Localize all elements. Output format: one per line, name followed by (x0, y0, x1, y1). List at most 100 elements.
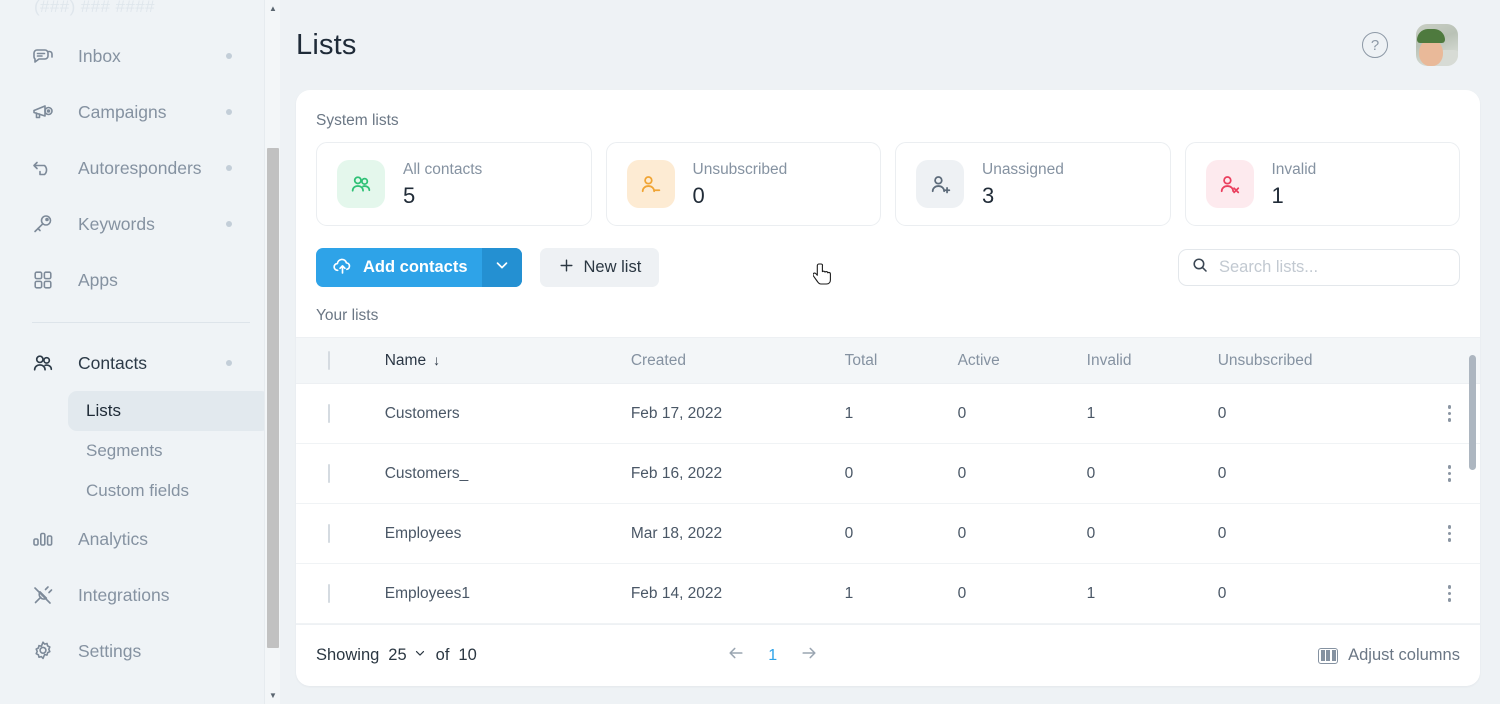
contacts-icon (30, 350, 56, 376)
lists-panel: System lists All contacts 5 Unsubscribed… (296, 90, 1480, 686)
new-list-button[interactable]: New list (539, 248, 660, 287)
system-card-text: All contacts 5 (403, 160, 482, 209)
sidebar-item-inbox[interactable]: Inbox (14, 28, 272, 84)
avatar[interactable] (1416, 24, 1458, 66)
column-header-label: Created (630, 351, 686, 369)
table-scrollbar-thumb[interactable] (1469, 355, 1476, 470)
table-scrollbar[interactable] (1469, 355, 1476, 625)
column-header-label: Name (384, 351, 427, 369)
row-checkbox[interactable] (328, 403, 330, 423)
sidebar-item-dot (226, 53, 232, 59)
sidebar-item-label: Settings (78, 640, 142, 661)
row-active: 0 (957, 383, 1087, 444)
row-total: 0 (844, 443, 958, 504)
column-header-name[interactable]: Name ↓ (384, 337, 631, 384)
sidebar-item-custom-fields[interactable]: Custom fields (68, 471, 270, 511)
system-card-invalid[interactable]: Invalid 1 (1184, 142, 1460, 226)
row-created: Feb 14, 2022 (630, 563, 845, 624)
system-card-value: 3 (982, 182, 995, 208)
system-card-title: Invalid (1271, 160, 1317, 178)
column-header-label: Invalid (1086, 351, 1132, 369)
app-root: (###) ### #### Inbox Campaigns Autorespo… (0, 0, 1500, 704)
your-lists-label: Your lists (316, 307, 379, 324)
showing-label: Showing (316, 646, 380, 664)
row-created: Mar 18, 2022 (630, 503, 845, 564)
scroll-down-arrow-icon[interactable]: ▼ (265, 687, 280, 704)
row-invalid: 1 (1086, 563, 1218, 624)
sidebar-divider (32, 322, 250, 323)
help-circle-icon[interactable]: ? (1362, 32, 1388, 58)
row-created: Feb 17, 2022 (630, 383, 845, 444)
plug-icon (30, 582, 56, 608)
table-row[interactable]: Employees1 Feb 14, 2022 1 0 1 0 (296, 563, 1480, 624)
sidebar-item-integrations[interactable]: Integrations (14, 567, 272, 623)
sidebar-subitem-label: Segments (86, 441, 163, 460)
row-select-cell (296, 563, 385, 624)
search-lists-box[interactable] (1178, 249, 1460, 286)
add-contacts-button[interactable]: Add contacts (316, 248, 522, 287)
sidebar-scrollbar[interactable]: ▲ ▼ (264, 0, 280, 704)
per-page-select[interactable]: 25 (388, 646, 426, 665)
column-header-total[interactable]: Total (844, 337, 958, 384)
column-header-label: Unsubscribed (1217, 351, 1313, 369)
row-checkbox[interactable] (328, 583, 330, 603)
adjust-columns-button[interactable]: Adjust columns (1318, 646, 1460, 665)
sidebar-phone-number: (###) ### #### (34, 0, 155, 16)
arrow-right-icon[interactable] (799, 643, 819, 669)
sidebar-item-lists[interactable]: Lists (68, 391, 270, 431)
sidebar-item-apps[interactable]: Apps (14, 252, 272, 308)
sidebar-item-analytics[interactable]: Analytics (14, 511, 272, 567)
analytics-icon (30, 526, 56, 552)
sidebar-item-campaigns[interactable]: Campaigns (14, 84, 272, 140)
system-card-value: 5 (403, 182, 416, 208)
avatar-hair (1417, 29, 1445, 43)
column-header-active[interactable]: Active (957, 337, 1087, 384)
system-card-title: Unsubscribed (692, 160, 788, 178)
system-card-unassigned[interactable]: Unassigned 3 (895, 142, 1171, 226)
row-name: Customers_ (384, 443, 631, 504)
sidebar-item-autoresponders[interactable]: Autoresponders (14, 140, 272, 196)
row-checkbox[interactable] (328, 523, 330, 543)
sidebar-item-keywords[interactable]: Keywords (14, 196, 272, 252)
sidebar-item-segments[interactable]: Segments (68, 431, 270, 471)
plus-icon (558, 257, 575, 279)
chevron-down-icon (413, 646, 427, 665)
reply-icon (30, 155, 56, 181)
scroll-up-arrow-icon[interactable]: ▲ (265, 0, 280, 17)
row-invalid: 0 (1086, 503, 1218, 564)
row-invalid: 0 (1086, 443, 1218, 504)
system-lists-label: System lists (316, 112, 399, 129)
sidebar-item-label: Contacts (78, 352, 148, 373)
sidebar-scrollbar-thumb[interactable] (267, 148, 279, 648)
select-all-checkbox[interactable] (328, 350, 330, 370)
sidebar-item-contacts[interactable]: Contacts (14, 335, 272, 391)
arrow-left-icon[interactable] (726, 643, 746, 669)
row-select-cell (296, 383, 385, 444)
row-checkbox[interactable] (328, 463, 330, 483)
page-number[interactable]: 1 (768, 647, 777, 665)
system-card-unsubscribed[interactable]: Unsubscribed 0 (605, 142, 881, 226)
table-row[interactable]: Customers Feb 17, 2022 1 0 1 0 (296, 383, 1480, 444)
row-total: 1 (844, 383, 958, 444)
system-card-title: All contacts (403, 160, 483, 178)
row-select-cell (296, 443, 385, 504)
column-header-invalid[interactable]: Invalid (1086, 337, 1218, 384)
column-header-created[interactable]: Created (630, 337, 845, 384)
sidebar-item-label: Analytics (78, 528, 149, 549)
key-icon (30, 211, 56, 237)
sidebar-item-dot (226, 165, 232, 171)
add-contacts-label-part[interactable]: Add contacts (316, 255, 482, 281)
system-card-all-contacts[interactable]: All contacts 5 (316, 142, 592, 226)
lists-table-body: Customers Feb 17, 2022 1 0 1 0 Customers… (296, 383, 1480, 624)
column-header-unsubscribed[interactable]: Unsubscribed (1217, 337, 1420, 384)
sidebar-item-settings[interactable]: Settings (14, 623, 272, 679)
sidebar-item-dot (226, 221, 232, 227)
sort-desc-icon: ↓ (433, 351, 441, 368)
search-input[interactable] (1219, 258, 1447, 277)
sidebar-item-label: Keywords (78, 213, 155, 234)
sidebar-subitem-label: Custom fields (86, 481, 189, 500)
table-row[interactable]: Employees Mar 18, 2022 0 0 0 0 (296, 503, 1480, 564)
row-name: Employees1 (384, 563, 631, 624)
add-contacts-dropdown-toggle[interactable] (481, 248, 522, 287)
table-row[interactable]: Customers_ Feb 16, 2022 0 0 0 0 (296, 443, 1480, 504)
